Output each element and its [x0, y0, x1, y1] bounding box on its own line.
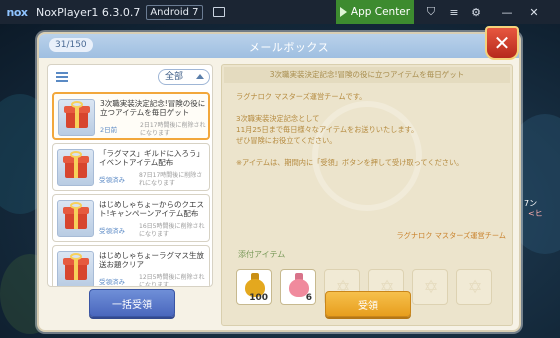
gift-icon — [57, 200, 94, 237]
mail-list-item[interactable]: はじめしゃちょーラグマス生放送お題クリア 受領済み 12日5時間後に削除されにな… — [52, 245, 210, 287]
screen-icon[interactable] — [212, 7, 225, 17]
gift-icon — [57, 149, 94, 186]
mail-body-line: 11月25日まで毎日様々なアイテムをお送りいたします。 — [236, 125, 419, 134]
mail-list-item[interactable]: 「ラグマス」ギルドに入ろう」イベントアイテム配布 受領済み 87日17時間後に削… — [52, 143, 210, 191]
menu-icon[interactable]: ≡ — [447, 5, 461, 19]
mail-filter-select[interactable]: 全部 — [158, 69, 210, 85]
mail-item-title: はじめしゃちょーからのクエスト!キャンペーンアイテム配布 — [99, 200, 204, 218]
mail-item-expire: 87日17時間後に削除されになります — [139, 172, 203, 187]
mail-item-status: 受領済み — [99, 278, 125, 286]
android-version-badge: Android 7 — [146, 4, 203, 20]
attachments-label: 添付アイテム — [238, 250, 286, 259]
bulk-receive-button[interactable]: 一括受領 — [89, 289, 175, 317]
mail-list-toolbar: 全部 — [48, 65, 212, 91]
mail-detail-title: 3次職実装決定記念!冒険の役に立つアイテムを毎日ゲット — [224, 67, 510, 83]
gift-icon — [57, 251, 94, 286]
mailbox-close-button[interactable]: ✕ — [485, 26, 519, 60]
receive-button[interactable]: 受領 — [325, 291, 411, 317]
attachment-quantity: 100 — [249, 293, 268, 303]
mail-item-expire: 12日5時間後に削除されになります — [139, 274, 205, 287]
mailbox-header: 31/150 メールボックス — [39, 34, 519, 58]
mail-item-status: 受領済み — [99, 227, 125, 235]
mailbox-dialog: 31/150 メールボックス ✕ 全部 3次職実装決定記念!冒険の役に立つアイテ… — [37, 26, 521, 332]
close-icon[interactable]: ✕ — [527, 5, 541, 19]
mail-signature: ラグナロク マスターズ運営チーム — [396, 231, 506, 240]
star-icon: ✡ — [467, 277, 483, 298]
settings-icon[interactable]: ⚙ — [469, 5, 483, 19]
app-center-label: App Center — [350, 6, 411, 18]
mail-body-line — [236, 146, 502, 157]
mail-item-status: 2日前 — [100, 126, 118, 134]
attachment-quantity: 6 — [305, 293, 312, 303]
mail-item-expire: 2日17時間後に削除されになります — [140, 122, 206, 137]
mail-body-line: 3次職実装決定記念として — [236, 114, 320, 123]
triangle-up-icon — [196, 74, 204, 79]
attachment-slot[interactable]: 100 — [236, 269, 272, 305]
nox-logo: nox — [6, 5, 28, 19]
mail-item-title: 「ラグマス」ギルドに入ろう」イベントアイテム配布 — [99, 149, 204, 167]
empty-attachment-slot: ✡ — [456, 269, 492, 305]
mail-item-status: 受領済み — [99, 176, 125, 184]
shirt-icon[interactable]: ⛉ — [424, 5, 438, 19]
mail-body-line: ぜひ冒険にお役立てください。 — [236, 136, 337, 145]
list-view-icon[interactable] — [56, 72, 68, 82]
window-titlebar: nox NoxPlayer1 6.3.0.7 Android 7 App Cen… — [0, 0, 560, 24]
star-icon: ✡ — [423, 277, 439, 298]
play-store-icon — [339, 7, 347, 17]
mail-body-line — [236, 102, 502, 113]
mail-detail-body: ラグナロク マスターズ運営チームです。 3次職実装決定記念として 11月25日ま… — [236, 91, 502, 168]
mail-list-item[interactable]: はじめしゃちょーからのクエスト!キャンペーンアイテム配布 受領済み 16日5時間… — [52, 194, 210, 242]
side-label: <ヒ — [528, 209, 543, 218]
attachment-slot[interactable]: 6 — [280, 269, 316, 305]
mail-item-expire: 16日5時間後に削除されになります — [139, 223, 205, 238]
mail-body-line: ※アイテムは、期間内に「受領」ボタンを押して受け取ってください。 — [236, 158, 464, 167]
mail-item-title: はじめしゃちょーラグマス生放送お題クリア — [99, 251, 204, 269]
mail-item-title: 3次職実装決定記念!冒険の役に立つアイテムを毎日ゲット — [100, 99, 206, 117]
mail-list: 全部 3次職実装決定記念!冒険の役に立つアイテムを毎日ゲット 2日前 2日17時… — [47, 64, 213, 287]
mail-body-line: ラグナロク マスターズ運営チームです。 — [236, 92, 367, 101]
window-title: NoxPlayer1 6.3.0.7 — [36, 5, 141, 19]
mail-detail: 3次職実装決定記念!冒険の役に立つアイテムを毎日ゲット ラグナロク マスターズ運… — [221, 64, 513, 326]
empty-attachment-slot: ✡ — [412, 269, 448, 305]
minimize-icon[interactable]: — — [500, 5, 514, 19]
app-center-button[interactable]: App Center — [336, 0, 414, 24]
gift-icon — [58, 99, 95, 136]
mail-filter-value: 全部 — [165, 72, 184, 82]
mailbox-title: メールボックス — [248, 41, 330, 54]
mail-counter: 31/150 — [49, 38, 93, 52]
mail-list-item[interactable]: 3次職実装決定記念!冒険の役に立つアイテムを毎日ゲット 2日前 2日17時間後に… — [52, 92, 210, 140]
